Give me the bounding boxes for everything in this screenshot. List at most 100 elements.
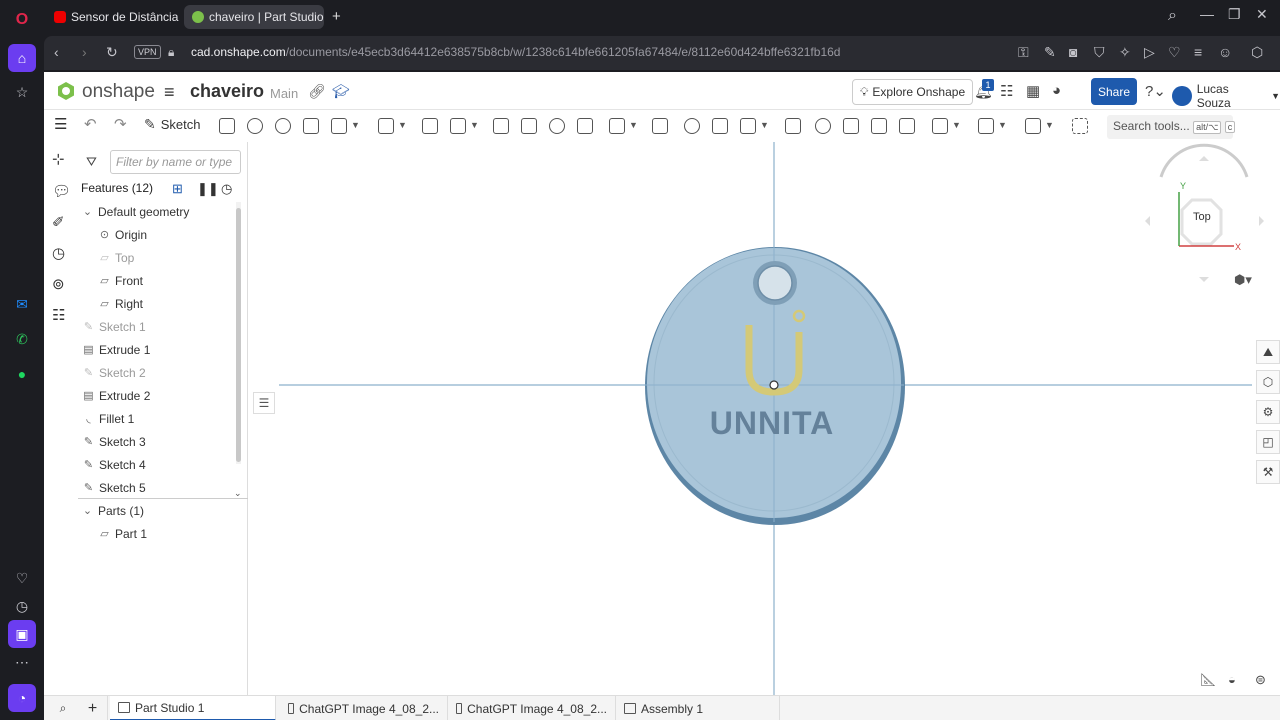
chevron-down-icon[interactable]: ▼: [952, 120, 961, 130]
shield-icon[interactable]: ⛉: [1094, 44, 1105, 61]
tree-item-extrude-2[interactable]: ▤ Extrude 2: [82, 386, 150, 406]
tree-item-front[interactable]: ▱ Front: [98, 271, 143, 291]
ai-icon[interactable]: ✧: [1119, 44, 1131, 61]
pause-icon[interactable]: ❚❚: [197, 181, 219, 197]
extrude-tool-icon[interactable]: [219, 118, 235, 134]
mate-connector-tool-icon[interactable]: [978, 118, 994, 134]
undo-icon[interactable]: ↶: [84, 115, 100, 133]
mirror-tool-icon[interactable]: [652, 118, 668, 134]
display-mode-icon[interactable]: ⊜: [1255, 672, 1266, 688]
inspect-icon[interactable]: ⊚: [52, 275, 65, 293]
chevron-down-icon[interactable]: ▼: [398, 120, 407, 130]
chevron-down-icon[interactable]: ▼: [351, 120, 360, 130]
add-tab-icon[interactable]: +: [78, 696, 108, 720]
search-tools-input[interactable]: Search tools... alt/⌥ c: [1107, 115, 1236, 139]
gift-icon[interactable]: ▣: [8, 620, 36, 648]
hamburger-menu-icon[interactable]: ≡: [164, 82, 175, 103]
comments-icon[interactable]: 💬︎: [52, 182, 71, 200]
measure-icon[interactable]: ◷: [52, 244, 65, 262]
star-icon[interactable]: ☆: [8, 78, 36, 106]
parts-panel-icon[interactable]: ⬡: [1256, 370, 1280, 394]
back-icon[interactable]: ‹: [54, 44, 59, 60]
filter-icon[interactable]: ⛛: [86, 154, 97, 170]
messenger-icon[interactable]: ✉: [8, 290, 36, 318]
tree-item-part-1[interactable]: ▱ Part 1: [98, 524, 147, 544]
favorite-icon[interactable]: ♡: [1168, 44, 1181, 61]
tab-chatgpt-image-2[interactable]: ChatGPT Image 4_08_2...: [448, 696, 616, 720]
chevron-down-icon[interactable]: ▼: [998, 120, 1007, 130]
document-name[interactable]: chaveiro: [190, 81, 264, 102]
cylinder-tool-icon[interactable]: [577, 118, 593, 134]
fillet-tool-icon[interactable]: [378, 118, 394, 134]
browser-tab-onshape[interactable]: chaveiro | Part Studio 1: [184, 5, 324, 29]
view-mode-icon[interactable]: ◒: [1228, 672, 1236, 687]
filter-input[interactable]: Filter by name or type: [110, 150, 241, 174]
bom-icon[interactable]: ☷: [52, 306, 65, 324]
draft-tool-icon[interactable]: [450, 118, 466, 134]
3d-viewport[interactable]: UNNITA Y X Top ⬢▾ ☰ ⛰ ⬡ ⚙ ◰ ⚒ 📐︎ ◒ ⊜: [249, 142, 1280, 695]
chamfer-tool-icon[interactable]: [422, 118, 438, 134]
apps-icon[interactable]: ▦: [1026, 82, 1040, 100]
graduation-cap-icon[interactable]: 🎓︎: [332, 83, 350, 100]
vpn-badge[interactable]: VPN: [134, 45, 161, 59]
appearance-panel-icon[interactable]: ⛰: [1256, 340, 1280, 364]
render-panel-icon[interactable]: ⚙: [1256, 400, 1280, 424]
branch-name[interactable]: Main: [270, 86, 298, 101]
thicken-tool-icon[interactable]: [331, 118, 347, 134]
feature-list-icon[interactable]: ☰: [54, 115, 70, 133]
loft-tool-icon[interactable]: [303, 118, 319, 134]
pattern-tool-icon[interactable]: [609, 118, 625, 134]
insert-icon[interactable]: ⊹: [52, 150, 65, 168]
key-icon[interactable]: ⚿: [1018, 44, 1029, 61]
tree-item-sketch-4[interactable]: ✎ Sketch 4: [82, 455, 146, 475]
tab-part-studio-1[interactable]: Part Studio 1: [110, 696, 276, 720]
more-icon[interactable]: ⋯: [8, 648, 36, 676]
url-field[interactable]: cad.onshape.com/documents/e45ecb3d64412e…: [191, 45, 840, 59]
tree-item-sketch-2[interactable]: ✎ Sketch 2: [82, 363, 146, 383]
search-icon[interactable]: ⌕: [1168, 7, 1177, 25]
sweep-tool-icon[interactable]: [275, 118, 291, 134]
chevron-down-icon[interactable]: ▼: [470, 120, 479, 130]
heart-icon[interactable]: ♡: [8, 564, 36, 592]
modify-fillet-tool-icon[interactable]: [815, 118, 831, 134]
tree-item-extrude-1[interactable]: ▤ Extrude 1: [82, 340, 150, 360]
minimize-icon[interactable]: —: [1200, 6, 1214, 22]
view-cube-face-label[interactable]: Top: [1193, 211, 1211, 223]
tree-item-sketch-1[interactable]: ✎ Sketch 1: [82, 317, 146, 337]
tree-group-parts[interactable]: ⌄ Parts (1): [81, 501, 144, 521]
tree-item-top[interactable]: ▱ Top: [98, 248, 134, 268]
plane-tool-icon[interactable]: [932, 118, 948, 134]
move-face-tool-icon[interactable]: [871, 118, 887, 134]
forward-icon[interactable]: ›: [82, 44, 87, 60]
redo-icon[interactable]: ↷: [114, 115, 130, 133]
notifications-icon[interactable]: ◔: [8, 684, 36, 712]
tab-assembly-1[interactable]: Assembly 1: [616, 696, 780, 720]
custom-panel-icon[interactable]: ⚒: [1256, 460, 1280, 484]
shell-tool-icon[interactable]: [521, 118, 537, 134]
split-tool-icon[interactable]: [712, 118, 728, 134]
revolve-tool-icon[interactable]: [247, 118, 263, 134]
profile-icon[interactable]: ☺: [1218, 44, 1232, 60]
delete-part-tool-icon[interactable]: [785, 118, 801, 134]
boolean-tool-icon[interactable]: [684, 118, 700, 134]
section-panel-icon[interactable]: ◰: [1256, 430, 1280, 454]
menu-icon[interactable]: ≡: [1194, 44, 1202, 60]
tree-scrollbar[interactable]: [236, 202, 241, 464]
transform-tool-icon[interactable]: [740, 118, 756, 134]
tree-item-sketch-3[interactable]: ✎ Sketch 3: [82, 432, 146, 452]
whatsapp-icon[interactable]: ✆: [8, 325, 36, 353]
maximize-icon[interactable]: ❐: [1228, 6, 1241, 23]
help-icon[interactable]: ?⌄: [1145, 82, 1166, 100]
tree-item-origin[interactable]: ⊙ Origin: [98, 225, 147, 245]
tree-item-right[interactable]: ▱ Right: [98, 294, 143, 314]
browser-tab-youtube[interactable]: Sensor de Distância - Voc: [46, 5, 180, 29]
chevron-down-icon[interactable]: ▼: [760, 120, 769, 130]
edit-icon[interactable]: ✎: [1044, 44, 1056, 61]
measure-tool-icon[interactable]: 📐︎: [1200, 672, 1217, 688]
chevron-down-icon[interactable]: ▼: [1045, 120, 1054, 130]
tree-item-fillet-1[interactable]: ◟ Fillet 1: [82, 409, 134, 429]
lock-icon[interactable]: 🔒︎: [168, 45, 174, 60]
close-icon[interactable]: ✕: [1256, 6, 1268, 23]
box-icon[interactable]: ⬡: [1251, 44, 1263, 61]
scroll-thumb[interactable]: [236, 208, 241, 462]
